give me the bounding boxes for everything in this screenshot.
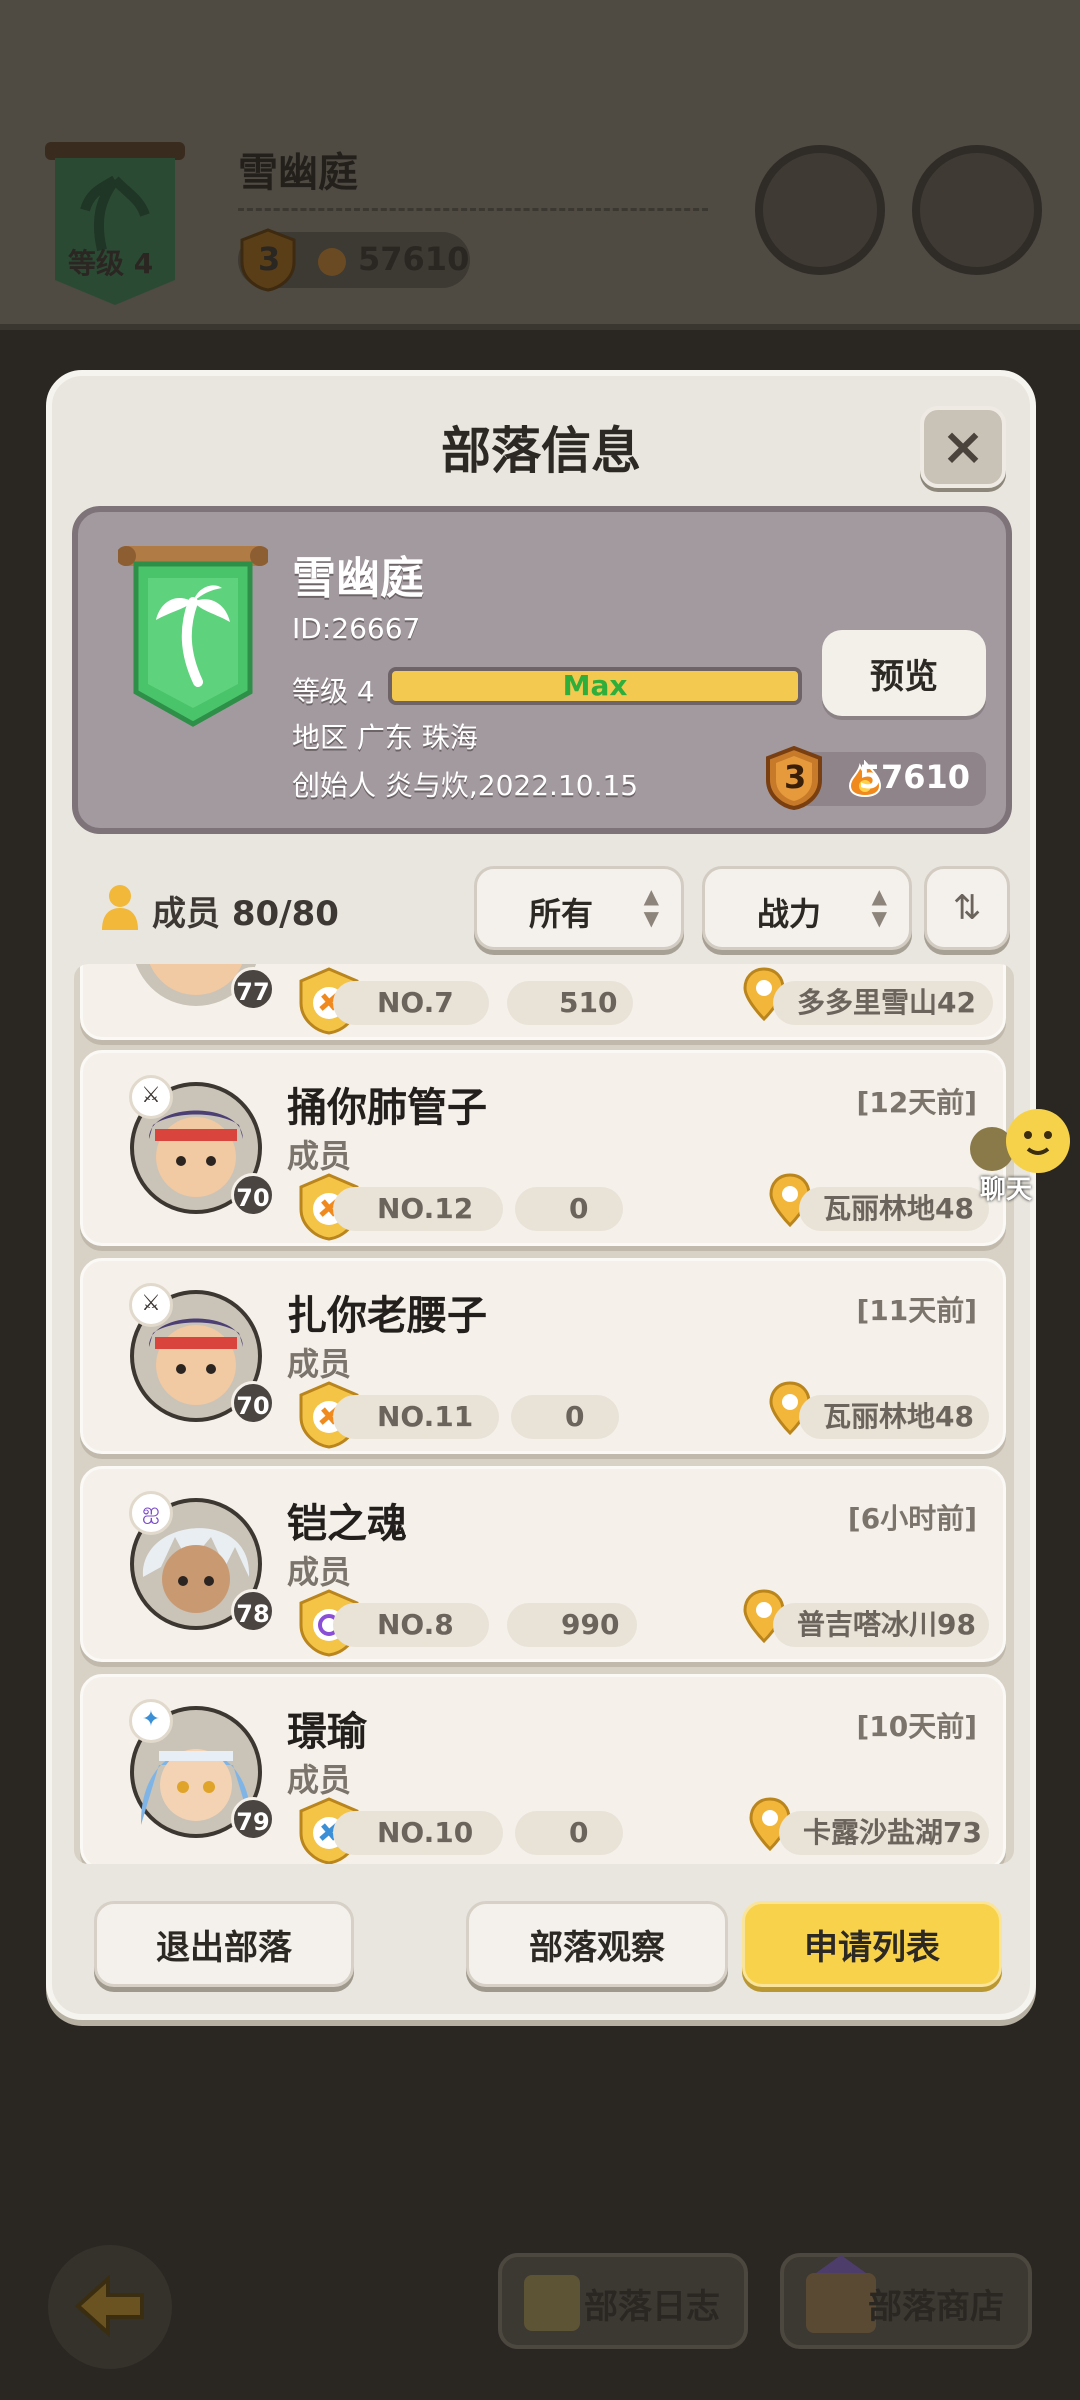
tribe-observe-button[interactable]: 部落观察 (466, 1901, 728, 1987)
member-rank: NO.12 (333, 1187, 503, 1231)
member-contribution: 990 (507, 1603, 637, 1647)
scroll-icon (524, 2275, 580, 2331)
member-card[interactable]: ✦ 79 璟瑜 成员 [10天前] NO.10 0 卡露沙盐湖73 (80, 1674, 1006, 1864)
member-rank: NO.7 (333, 981, 489, 1025)
sort-order-button[interactable]: ⇅ (924, 866, 1010, 950)
bg-rank-pill: 3 57610 (238, 228, 470, 292)
tribe-shop-label: 部落商店 (868, 2287, 1004, 2327)
level-progress-bar: Max (388, 667, 802, 705)
member-card[interactable]: ⚔ 70 捅你肺管子 成员 [12天前] NO.12 0 瓦丽林地48 (80, 1050, 1006, 1246)
member-name: 扎你老腰子 (287, 1293, 487, 1339)
tribe-id: ID:26667 (292, 612, 421, 645)
level-status: Max (562, 669, 628, 702)
tribe-log-button[interactable]: 部落日志 (498, 2253, 748, 2349)
member-card[interactable]: ⚔ 70 扎你老腰子 成员 [11天前] NO.11 0 瓦丽林地48 (80, 1258, 1006, 1454)
member-level: 70 (231, 1381, 275, 1425)
member-card[interactable]: 77 NO.7 510 多多里雪山42 (80, 964, 1006, 1040)
sort-dropdown-value: 战力 (757, 895, 822, 933)
member-location: 多多里雪山42 (773, 981, 993, 1025)
fire-icon (318, 248, 346, 276)
member-level: 79 (231, 1797, 275, 1841)
tribe-rank-number: 3 (784, 758, 807, 796)
member-location: 卡露沙盐湖73 (779, 1811, 989, 1855)
member-card[interactable]: ஐ 78 铠之魂 成员 [6小时前] NO.8 990 普吉嗒冰川98 (80, 1466, 1006, 1662)
chat-icon (970, 1109, 1070, 1173)
member-level: 77 (231, 967, 275, 1011)
tribe-banner-icon (45, 142, 185, 305)
monkey-avatar-icon[interactable] (755, 145, 885, 275)
tribe-observe-label: 部落观察 (529, 1927, 665, 1968)
modal-title: 部落信息 (441, 422, 641, 480)
tribe-rank-pill: 3 57610 (766, 746, 986, 810)
member-location: 瓦丽林地48 (799, 1187, 989, 1231)
background-header: 等级 4 雪幽庭 3 57610 (0, 0, 1080, 330)
member-last-online: [10天前] (856, 1710, 977, 1743)
divider (238, 208, 708, 211)
bg-rank-number: 3 (258, 240, 281, 278)
member-level: 70 (231, 1173, 275, 1217)
member-rank: NO.11 (333, 1395, 499, 1439)
member-rank: NO.8 (333, 1603, 489, 1647)
sort-order-icon: ⇅ (952, 888, 982, 928)
tribe-info-modal: 部落信息 × 雪幽庭 ID:26667 等级 4 Max 地区 广东 珠海 创始… (46, 370, 1036, 2020)
class-axe-icon: ⚔ (129, 1075, 173, 1119)
leaderboard-icon[interactable] (912, 145, 1042, 275)
scope-dropdown[interactable]: 所有 ▲ ▼ (474, 866, 684, 950)
tribe-region: 地区 广东 珠海 (292, 721, 478, 754)
bg-banner-level: 等级 4 (68, 247, 154, 280)
sort-dropdown[interactable]: 战力 ▲ ▼ (702, 866, 912, 950)
preview-button[interactable]: 预览 (822, 630, 986, 716)
sort-arrows-icon: ▲ ▼ (643, 884, 659, 930)
member-last-online: [12天前] (856, 1086, 977, 1119)
member-level: 78 (231, 1589, 275, 1633)
member-name: 捅你肺管子 (287, 1085, 487, 1131)
chat-label: 聊天 (980, 1175, 1033, 1205)
application-list-button[interactable]: 申请列表 (742, 1901, 1002, 1987)
member-contribution: 0 (515, 1187, 623, 1231)
tribe-name: 雪幽庭 (292, 553, 424, 604)
sort-arrows-icon: ▲ ▼ (871, 884, 887, 930)
tribe-info-panel: 雪幽庭 ID:26667 等级 4 Max 地区 广东 珠海 创始人 炎与炊,2… (72, 506, 1012, 834)
tribe-power: 57610 (858, 758, 970, 796)
close-icon: × (941, 417, 985, 477)
member-filter-row: 成员 80/80 所有 ▲ ▼ 战力 ▲ ▼ ⇅ (52, 856, 1030, 950)
tribe-level-label: 等级 4 (292, 675, 375, 708)
member-last-online: [11天前] (856, 1294, 977, 1327)
member-list[interactable]: 77 NO.7 510 多多里雪山42 ⚔ 70 捅你肺管子 成员 [12天前]… (74, 964, 1014, 1864)
bg-power: 57610 (358, 240, 470, 278)
class-axe-icon: ⚔ (129, 1283, 173, 1327)
tribe-founder: 创始人 炎与炊,2022.10.15 (292, 769, 639, 802)
class-magic-icon: ஐ (129, 1491, 173, 1535)
leave-tribe-button[interactable]: 退出部落 (94, 1901, 354, 1987)
member-icon (102, 885, 138, 930)
member-contribution: 510 (507, 981, 633, 1025)
preview-label: 预览 (870, 656, 938, 697)
member-count: 成员 80/80 (152, 894, 339, 934)
application-list-label: 申请列表 (804, 1927, 940, 1968)
member-location: 瓦丽林地48 (799, 1395, 989, 1439)
bg-tribe-name: 雪幽庭 (238, 150, 358, 196)
member-contribution: 0 (515, 1811, 623, 1855)
member-name: 璟瑜 (287, 1709, 367, 1755)
member-name: 铠之魂 (287, 1501, 407, 1547)
tribe-banner-icon (118, 546, 268, 727)
scope-dropdown-value: 所有 (529, 895, 594, 933)
tribe-log-label: 部落日志 (584, 2287, 720, 2327)
class-ice-icon: ✦ (129, 1699, 173, 1743)
back-button[interactable] (48, 2245, 172, 2369)
member-contribution: 0 (511, 1395, 619, 1439)
member-rank: NO.10 (333, 1811, 503, 1855)
chat-button[interactable]: 聊天 (962, 1105, 1080, 1205)
close-button[interactable]: × (920, 406, 1006, 488)
leave-tribe-label: 退出部落 (156, 1927, 292, 1968)
member-location: 普吉嗒冰川98 (773, 1603, 989, 1647)
back-arrow-icon (75, 2275, 144, 2337)
member-last-online: [6小时前] (847, 1502, 977, 1535)
tribe-shop-button[interactable]: 部落商店 (780, 2253, 1032, 2349)
